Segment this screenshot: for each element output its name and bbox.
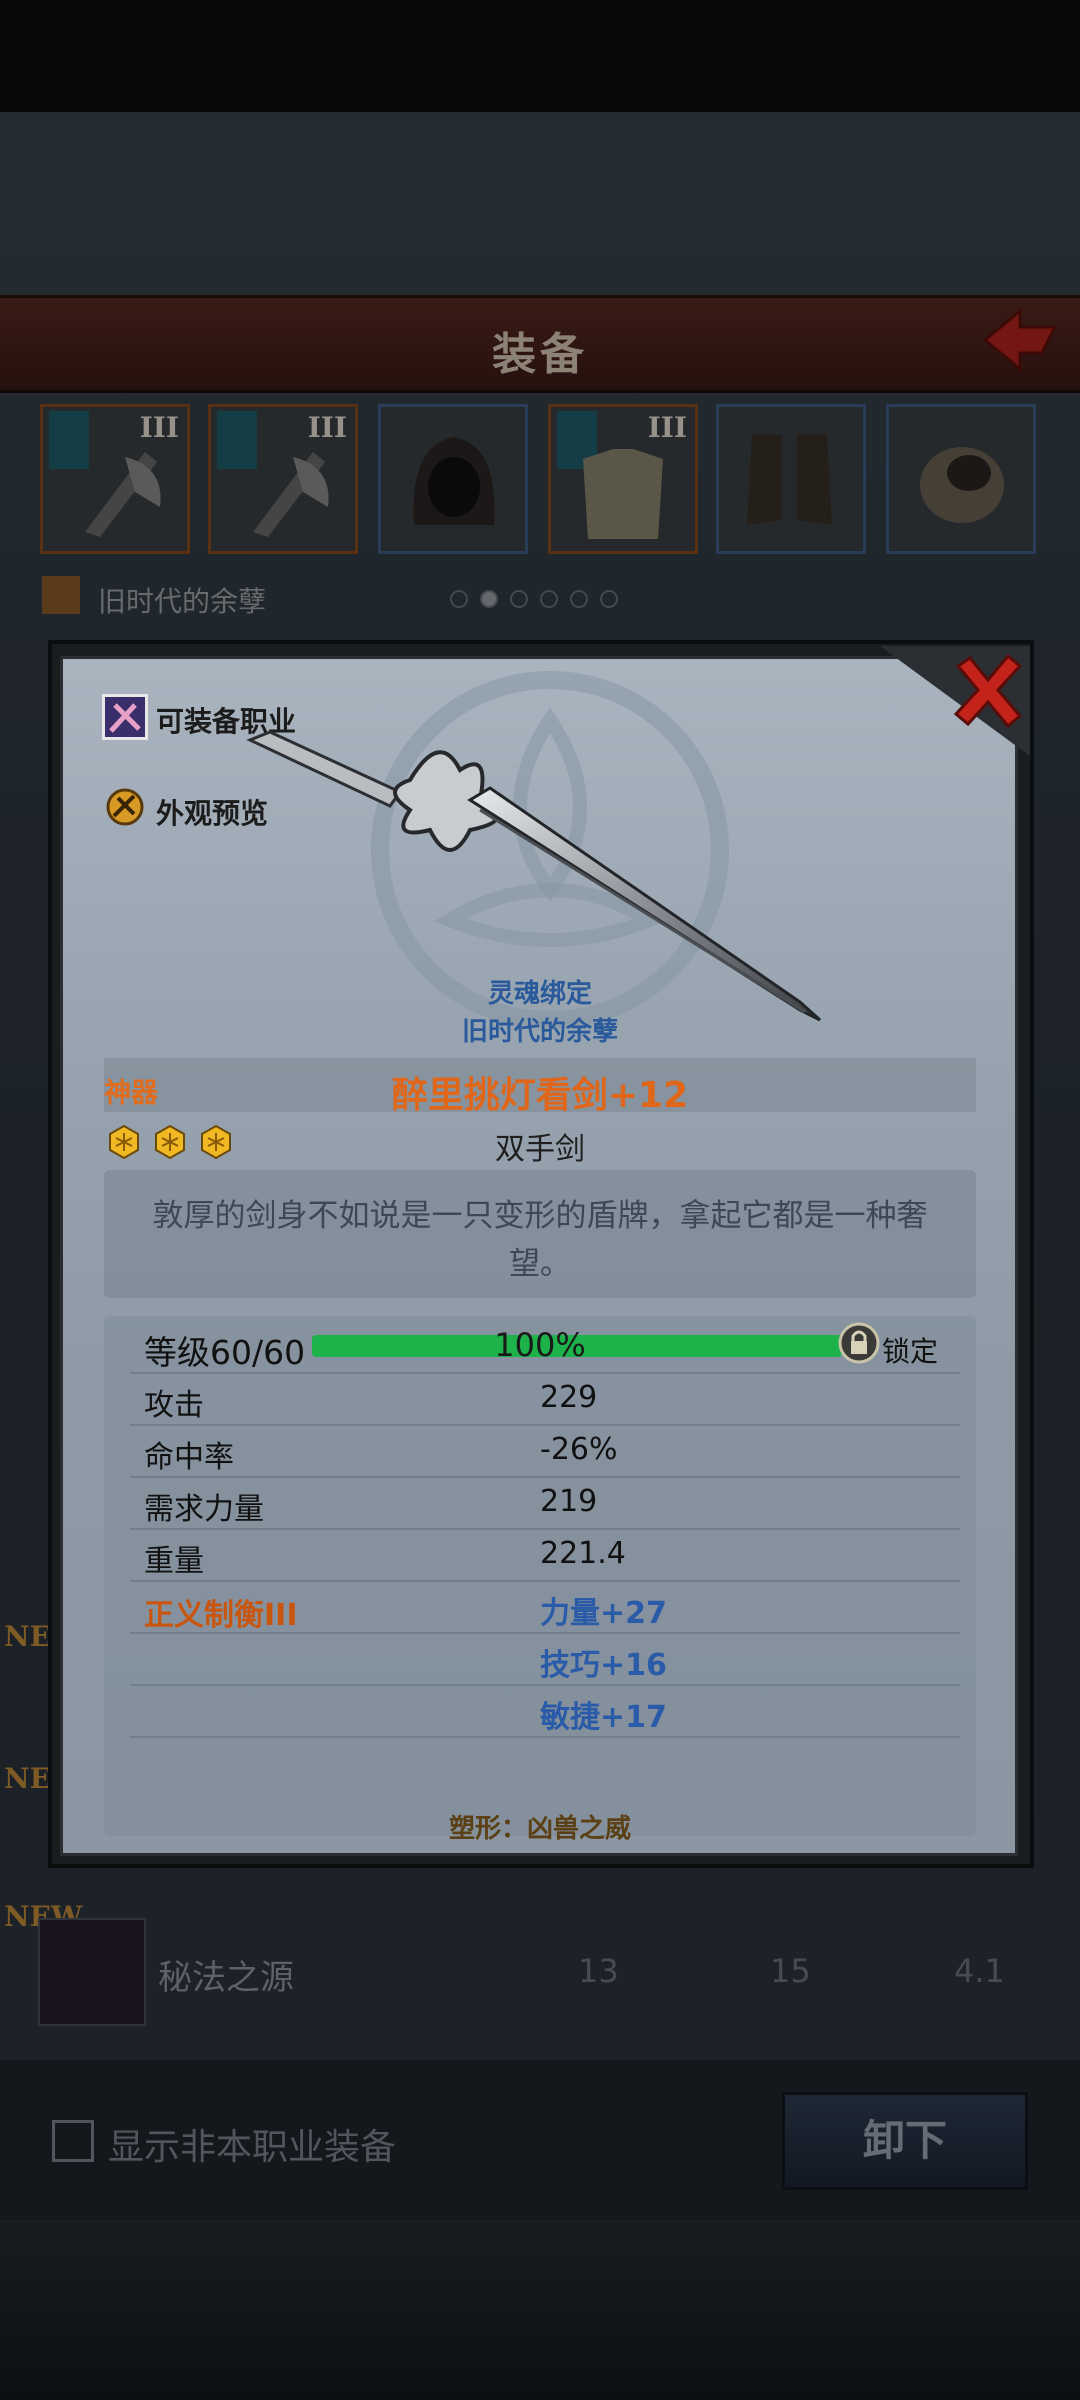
stat-value-weight: 221.4 [540,1536,626,1571]
appearance-preview-icon[interactable] [104,786,146,828]
row-divider [130,1476,960,1478]
stat-value-accuracy: -26% [540,1432,618,1467]
stat-label-attack: 攻击 [144,1388,204,1423]
stat-value-attack: 229 [540,1380,598,1415]
item-type: 双手剑 [495,1132,585,1167]
soulbound-text: 灵魂绑定 [487,979,592,1009]
equip-class-icon[interactable] [102,694,148,740]
stat-label-weight: 重量 [144,1544,204,1579]
item-description: 敦厚的剑身不如说是一只变形的盾牌，拿起它都是一种奢望。 [152,1198,928,1282]
stat-value-required-strength: 219 [540,1484,598,1519]
stat-label-required-strength: 需求力量 [144,1492,264,1527]
set-bonus-label: 正义制衡III [144,1598,298,1633]
row-divider [130,1528,960,1530]
item-name: 醉里挑灯看剑+12 [391,1075,689,1116]
row-divider [130,1736,960,1738]
row-divider [130,1424,960,1426]
row-divider [130,1580,960,1582]
set-name: 旧时代的余孽 [461,1017,618,1047]
lock-label[interactable]: 锁定 [882,1330,938,1370]
row-divider [130,1684,960,1686]
close-icon[interactable] [946,648,1030,732]
shape-text: 塑形：凶兽之威 [448,1814,631,1844]
set-bonus-agility: 敏捷+17 [540,1700,667,1735]
row-divider [130,1632,960,1634]
row-divider [130,1372,960,1374]
set-bonus-skill: 技巧+16 [540,1648,667,1683]
lock-icon[interactable] [838,1322,880,1364]
set-bonus-strength: 力量+27 [540,1596,667,1631]
stat-label-accuracy: 命中率 [144,1440,234,1475]
